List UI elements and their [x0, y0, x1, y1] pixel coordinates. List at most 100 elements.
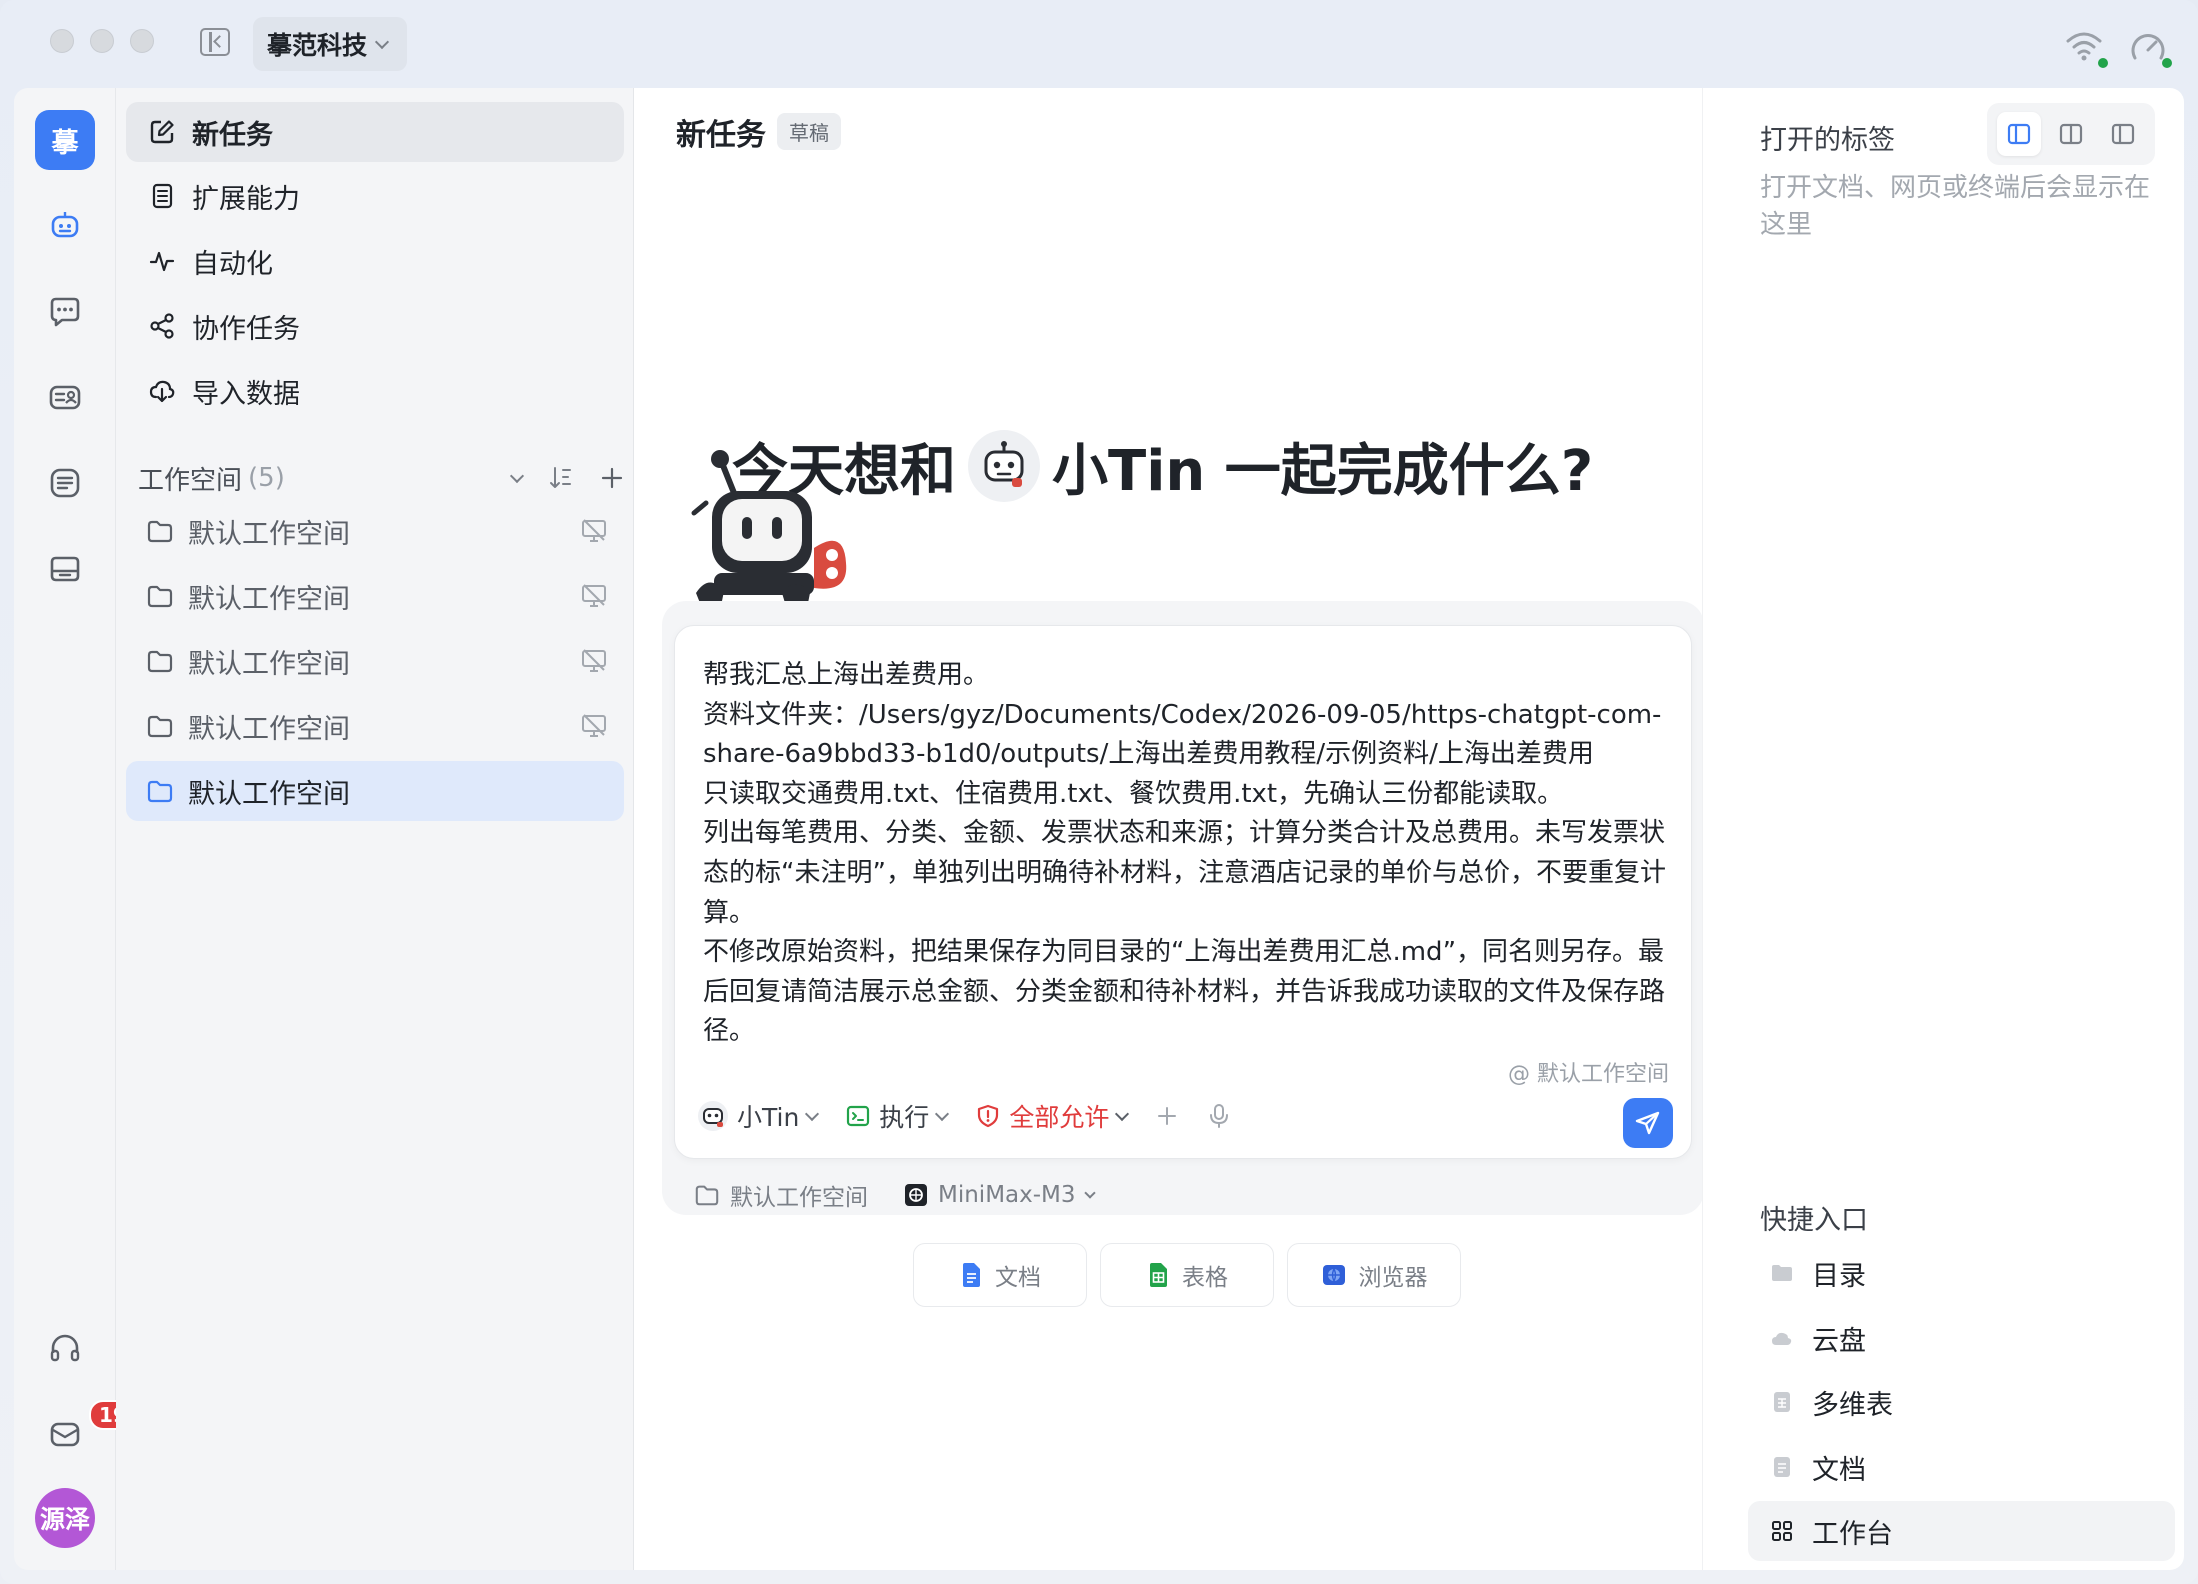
workspace-item[interactable]: 默认工作空间 — [126, 501, 624, 561]
chevron-down-icon — [935, 1106, 950, 1121]
doc-icon — [963, 1263, 980, 1287]
collapse-chevron-icon[interactable] — [509, 468, 525, 483]
permission-label: 全部允许 — [1009, 1103, 1110, 1132]
page-title: 新任务 — [676, 118, 766, 153]
layout-right-icon — [2111, 123, 2135, 145]
wifi-icon[interactable] — [2064, 28, 2104, 64]
model-selector[interactable]: MiniMax-M3 — [904, 1182, 1096, 1208]
pulse-icon — [149, 251, 175, 272]
chevron-down-icon — [805, 1106, 820, 1121]
composer-toolbar: 小Tin 执行 全部允许 — [697, 1088, 1231, 1144]
workspace-header-label: 工作空间 — [138, 465, 243, 496]
sidebar-toggle-icon[interactable] — [200, 28, 230, 56]
screen-off-icon[interactable] — [580, 712, 608, 740]
terminal-icon — [847, 1105, 870, 1127]
workspace-item[interactable]: 默认工作空间 — [126, 696, 624, 756]
folder-icon — [147, 780, 173, 803]
mail-icon[interactable]: 19 — [35, 1400, 137, 1464]
workspace-item-active[interactable]: 默认工作空间 — [126, 761, 624, 821]
user-avatar[interactable]: 源泽 — [35, 1488, 95, 1548]
microphone-icon[interactable] — [1207, 1103, 1231, 1129]
cloud-download-icon — [149, 380, 175, 403]
quick-access-label: 多维表 — [1812, 1389, 1893, 1421]
robot-icon[interactable] — [35, 195, 95, 255]
minimize-window-button[interactable] — [90, 29, 114, 53]
workspace-label: 默认工作空间 — [188, 518, 350, 550]
notes-icon[interactable] — [35, 453, 95, 513]
send-button[interactable] — [1623, 1098, 1673, 1148]
agent-label: 小Tin — [737, 1103, 800, 1132]
workspace-count: (5) — [248, 463, 285, 493]
nav-automation[interactable]: 自动化 — [126, 231, 624, 291]
layout-single-button[interactable] — [1997, 112, 2041, 156]
screen-off-icon[interactable] — [580, 582, 608, 610]
drive-icon[interactable] — [35, 539, 95, 599]
app-logo[interactable]: 摹 — [35, 110, 95, 170]
context-workspace[interactable]: 默认工作空间 — [694, 1178, 868, 1212]
layout-left-icon — [2007, 123, 2031, 145]
workspace-mention[interactable]: @ 默认工作空间 — [1508, 1056, 1669, 1088]
nav-new-task[interactable]: 新任务 — [126, 102, 624, 162]
nav-import-data[interactable]: 导入数据 — [126, 361, 624, 421]
quick-access-cloud-drive[interactable]: 云盘 — [1748, 1308, 2175, 1368]
nav-label: 协作任务 — [192, 313, 300, 345]
layout-switcher — [1987, 103, 2155, 165]
workspace-label: 默认工作空间 — [188, 778, 350, 810]
layout-right-button[interactable] — [2101, 112, 2145, 156]
chevron-down-icon — [1115, 1106, 1130, 1121]
quick-access-label: 文档 — [1812, 1454, 1866, 1486]
quick-card-label: 浏览器 — [1358, 1265, 1428, 1291]
quick-card-label: 文档 — [995, 1265, 1041, 1291]
sidebar: 新任务 扩展能力 自动化 协作任务 导入数据 工作空间 (5) 默认工作空间 默… — [116, 88, 634, 1570]
hero-suffix: 小Tin 一起完成什么? — [1052, 438, 1594, 504]
mode-selector[interactable]: 执行 — [845, 1098, 950, 1134]
quick-access-docs[interactable]: 文档 — [1748, 1437, 2175, 1497]
zoom-window-button[interactable] — [130, 29, 154, 53]
agent-selector[interactable]: 小Tin — [697, 1098, 820, 1134]
quick-create-sheet[interactable]: 表格 — [1100, 1243, 1274, 1307]
layout-split-button[interactable] — [2049, 112, 2093, 156]
folder-icon — [147, 520, 173, 543]
add-attachment-icon[interactable] — [1155, 1104, 1179, 1128]
workspace-item[interactable]: 默认工作空间 — [126, 566, 624, 626]
workspace-section-header: 工作空间 (5) — [138, 458, 624, 498]
send-icon — [1635, 1111, 1660, 1135]
screen-off-icon[interactable] — [580, 647, 608, 675]
folder-icon — [1772, 1265, 1792, 1281]
quick-access-title: 快捷入口 — [1760, 1205, 1868, 1236]
contacts-icon[interactable] — [35, 367, 95, 427]
nav-label: 扩展能力 — [192, 183, 300, 215]
grid-icon — [1772, 1521, 1792, 1541]
screen-off-icon[interactable] — [580, 517, 608, 545]
quick-access-label: 工作台 — [1812, 1518, 1893, 1550]
close-window-button[interactable] — [50, 29, 74, 53]
sort-icon[interactable] — [548, 465, 574, 491]
prompt-input[interactable]: 帮我汇总上海出差费用。 资料文件夹：/Users/gyz/Documents/C… — [703, 656, 1669, 1052]
quick-access-label: 云盘 — [1812, 1325, 1866, 1357]
robot-mascot-icon — [691, 450, 847, 613]
permission-selector[interactable]: 全部允许 — [975, 1098, 1130, 1134]
composer[interactable]: 帮我汇总上海出差费用。 资料文件夹：/Users/gyz/Documents/C… — [674, 625, 1692, 1159]
quick-open-browser[interactable]: 浏览器 — [1287, 1243, 1461, 1307]
nav-collab-tasks[interactable]: 协作任务 — [126, 296, 624, 356]
quick-access-workbench[interactable]: 工作台 — [1748, 1501, 2175, 1561]
quick-access-directory[interactable]: 目录 — [1748, 1243, 2175, 1303]
quick-access-multi-table[interactable]: 多维表 — [1748, 1372, 2175, 1432]
robot-avatar-icon — [968, 430, 1040, 502]
workspace-label: 默认工作空间 — [188, 583, 350, 615]
context-workspace-label: 默认工作空间 — [730, 1185, 868, 1211]
headset-icon[interactable] — [35, 1318, 95, 1378]
quick-create-doc[interactable]: 文档 — [913, 1243, 1087, 1307]
chat-icon[interactable] — [35, 281, 95, 341]
nav-extensions[interactable]: 扩展能力 — [126, 166, 624, 226]
org-name: 摹范科技 — [267, 31, 368, 60]
folder-icon — [147, 650, 173, 673]
add-workspace-icon[interactable] — [600, 466, 624, 490]
open-tabs-title: 打开的标签 — [1760, 125, 1895, 156]
robot-icon — [698, 1101, 728, 1131]
workspace-item[interactable]: 默认工作空间 — [126, 631, 624, 691]
edit-icon — [150, 120, 174, 144]
table-icon — [1774, 1392, 1790, 1412]
org-switcher[interactable]: 摹范科技 — [253, 17, 408, 71]
cloud-icon — [1772, 1332, 1792, 1345]
